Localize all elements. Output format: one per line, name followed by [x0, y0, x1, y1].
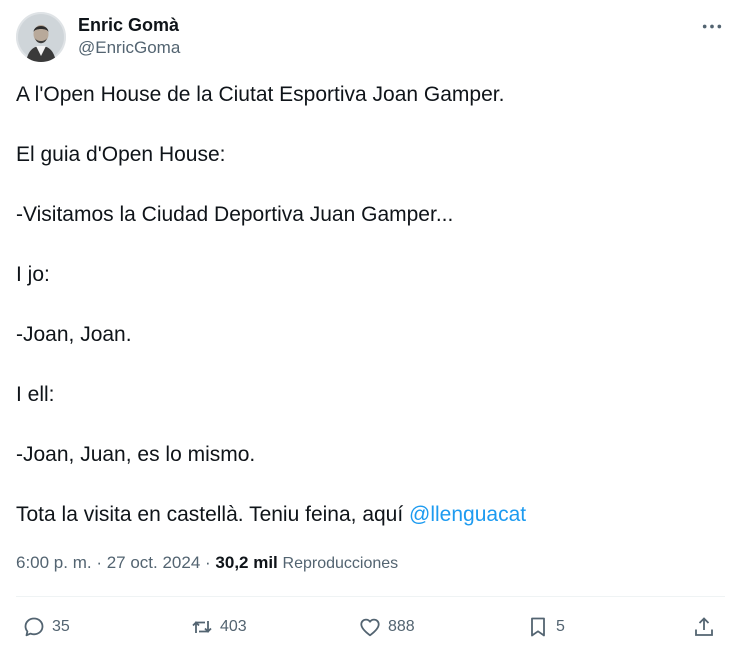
heart-icon: [360, 618, 380, 637]
tweet-paragraph: I jo:: [16, 263, 50, 286]
repost-icon: [192, 621, 212, 633]
divider: [16, 596, 725, 597]
mention-link[interactable]: @llenguacat: [409, 503, 526, 526]
author-display-name[interactable]: Enric Gomà: [78, 14, 180, 36]
avatar-portrait-icon: [16, 12, 66, 62]
tweet-paragraph: -Joan, Joan.: [16, 323, 132, 346]
reply-button[interactable]: 35: [22, 612, 70, 642]
reply-count: 35: [52, 618, 70, 635]
tweet-paragraph-last: Tota la visita en castellà. Teniu feina,…: [16, 500, 725, 530]
tweet-date[interactable]: 27 oct. 2024: [107, 553, 201, 572]
author-names: Enric Gomà @EnricGoma: [78, 14, 180, 60]
bookmark-icon: [531, 617, 545, 637]
tweet-paragraph: -Visitamos la Ciudad Deportiva Juan Gamp…: [16, 203, 454, 226]
tweet-card: Enric Gomà @EnricGoma A l'Open House de …: [0, 0, 741, 653]
more-horizontal-icon: [702, 24, 722, 28]
avatar[interactable]: [16, 12, 66, 62]
tweet-paragraph: -Joan, Juan, es lo mismo.: [16, 443, 256, 466]
tweet-header: Enric Gomà @EnricGoma: [16, 12, 725, 64]
tweet-text: A l'Open House de la Ciutat Esportiva Jo…: [16, 80, 725, 560]
bookmark-count: 5: [556, 618, 565, 635]
views-count: 30,2 mil: [215, 553, 278, 572]
like-count: 888: [388, 618, 415, 635]
repost-button[interactable]: 403: [190, 612, 247, 642]
share-button[interactable]: [692, 612, 716, 642]
action-bar: 35 403 888 5: [0, 612, 741, 642]
reply-icon: [24, 617, 44, 637]
tweet-time[interactable]: 6:00 p. m.: [16, 553, 92, 572]
tweet-paragraph: A l'Open House de la Ciutat Esportiva Jo…: [16, 83, 505, 106]
tweet-last-text: Tota la visita en castellà. Teniu feina,…: [16, 503, 410, 526]
author-handle[interactable]: @EnricGoma: [78, 36, 180, 60]
meta-separator: ·: [200, 553, 216, 572]
tweet-meta: 6:00 p. m. · 27 oct. 2024 · 30,2 mil Rep…: [16, 551, 398, 576]
meta-separator: ·: [91, 553, 107, 572]
tweet-paragraph: El guia d'Open House:: [16, 143, 226, 166]
more-options-button[interactable]: [699, 16, 725, 36]
repost-count: 403: [220, 618, 247, 635]
tweet-paragraph: I ell:: [16, 383, 55, 406]
bookmark-button[interactable]: 5: [526, 612, 565, 642]
like-button[interactable]: 888: [358, 612, 415, 642]
share-icon: [695, 617, 713, 636]
views-label: Reproducciones: [282, 555, 399, 572]
